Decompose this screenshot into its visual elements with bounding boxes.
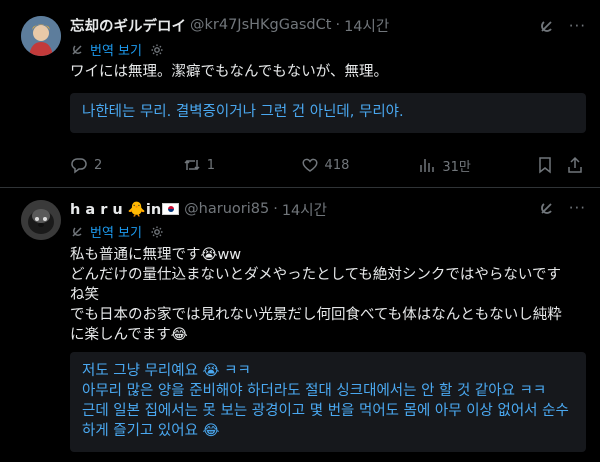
heart-icon	[302, 158, 318, 172]
grok-icon[interactable]	[536, 199, 556, 219]
action-bar: 2 1 418 31만	[70, 154, 586, 176]
tweet-text-line: に楽しんでます😂	[70, 327, 188, 343]
avatar[interactable]	[21, 16, 61, 56]
tweet-text-line: でも日本のお家では見れない光景だし何回食べても体はなんともないし純粋	[70, 307, 562, 323]
retweet-icon	[184, 159, 200, 171]
translate-label[interactable]: 번역 보기	[90, 40, 142, 59]
handle[interactable]: @kr47JsHKgGasdCt	[190, 17, 331, 33]
display-name-text: h a r u	[70, 201, 123, 218]
tweet-2[interactable]: h a r u 🐥in @haruori85 · 14시간 ··· 번역 보기 …	[0, 188, 600, 462]
timestamp[interactable]: 14시간	[282, 199, 327, 220]
tweet-text: ワイには無理。潔癖でもなんでもないが、無理。	[70, 64, 388, 80]
translation-line: 하게 즐기고 있어요 😂	[82, 423, 220, 439]
display-name[interactable]: h a r u 🐥in	[70, 201, 180, 218]
more-icon[interactable]: ···	[569, 199, 586, 217]
bookmark-button[interactable]	[536, 156, 566, 174]
translation-box: 저도 그냥 무리예요 😭 ㅋㅋ 아무리 많은 양을 준비해야 하더라도 절대 싱…	[70, 352, 586, 452]
display-name-suffix: in	[145, 201, 162, 218]
tweet-header: 忘却のギルデロイ @kr47JsHKgGasdCt · 14시간	[70, 14, 389, 36]
gear-icon[interactable]	[150, 225, 164, 239]
tweet-text-line: ね笑	[70, 287, 99, 303]
retweet-count: 1	[206, 157, 216, 173]
like-button[interactable]: 418	[301, 156, 419, 174]
gear-icon[interactable]	[150, 43, 164, 57]
translate-label[interactable]: 번역 보기	[90, 222, 142, 241]
translation-line: 아무리 많은 양을 준비해야 하더라도 절대 싱크대에서는 안 할 것 같아요 …	[82, 383, 547, 399]
separator-dot: ·	[273, 201, 278, 217]
share-button[interactable]	[566, 156, 586, 174]
translate-icon	[72, 226, 82, 237]
translate-icon	[72, 44, 82, 55]
chick-emoji: 🐥	[127, 201, 146, 218]
grok-icon[interactable]	[536, 17, 556, 37]
display-name[interactable]: 忘却のギルデロイ	[70, 15, 186, 36]
translation-line: 근데 일본 집에서는 못 보는 광경이고 몇 번을 먹어도 몸에 아무 이상 없…	[82, 403, 569, 419]
retweet-button[interactable]: 1	[183, 156, 301, 174]
tweet-text: 私も普通に無理です😭ww どんだけの量仕込まないとダメやったとしても絶対シンクで…	[70, 245, 586, 345]
separator-dot: ·	[335, 17, 341, 33]
views-button[interactable]: 31만	[418, 156, 536, 175]
translation-line: 저도 그냥 무리예요 😭 ㅋㅋ	[82, 363, 251, 379]
avatar[interactable]	[21, 200, 61, 240]
translation-box: 나한테는 무리. 결벽증이거나 그런 건 아닌데, 무리야.	[70, 93, 586, 133]
reply-button[interactable]: 2	[70, 156, 183, 174]
timestamp[interactable]: 14시간	[344, 15, 389, 36]
tweet-1[interactable]: 忘却のギルデロイ @kr47JsHKgGasdCt · 14시간 ··· 번역 …	[0, 0, 600, 188]
translate-link[interactable]: 번역 보기	[70, 222, 164, 241]
tweet-header: h a r u 🐥in @haruori85 · 14시간	[70, 198, 327, 220]
translate-link[interactable]: 번역 보기	[70, 40, 164, 59]
reply-icon	[71, 158, 87, 174]
like-count: 418	[324, 157, 350, 173]
korea-flag-icon	[162, 202, 180, 215]
view-count: 31만	[442, 159, 471, 175]
share-icon	[568, 156, 582, 173]
views-icon	[420, 159, 435, 172]
handle[interactable]: @haruori85	[184, 201, 269, 217]
tweet-text-line: 私も普通に無理です😭ww	[70, 247, 242, 263]
reply-count: 2	[94, 157, 103, 173]
tweet-text-line: どんだけの量仕込まないとダメやったとしても絶対シンクではやらないです	[70, 267, 561, 283]
bookmark-icon	[539, 157, 551, 174]
more-icon[interactable]: ···	[569, 17, 586, 35]
